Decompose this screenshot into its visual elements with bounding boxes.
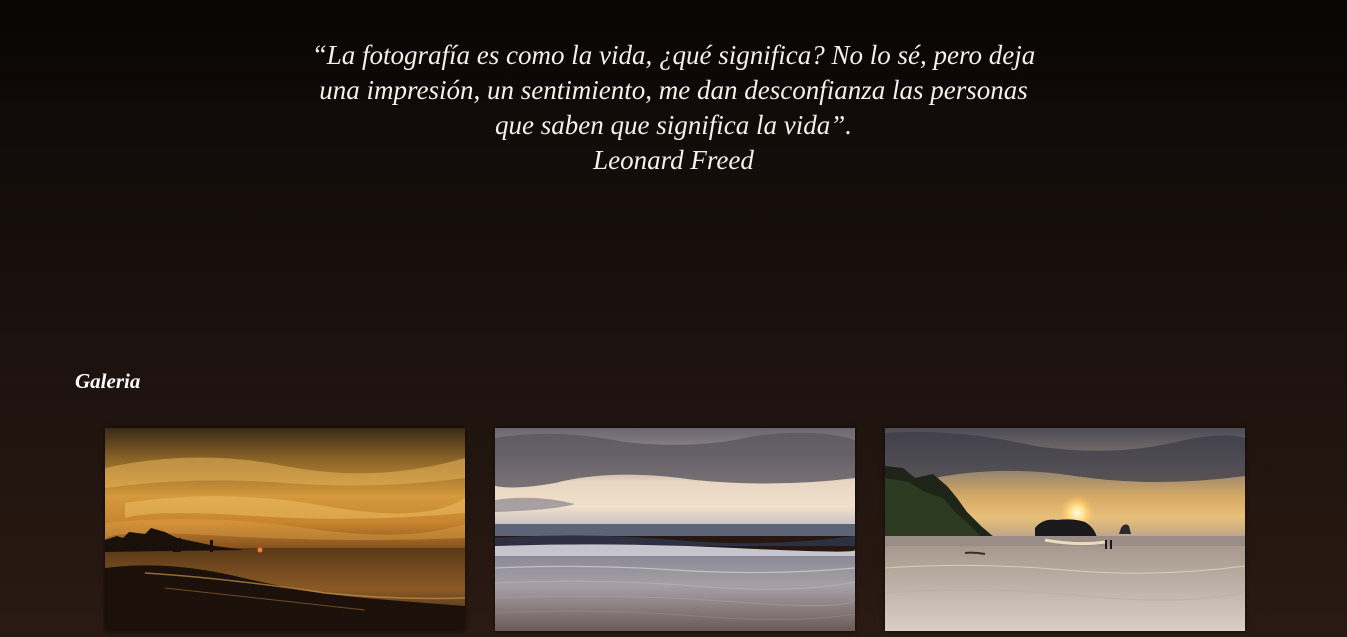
gallery-title: Galeria <box>75 369 141 393</box>
gallery-photo-3[interactable] <box>885 428 1245 631</box>
quote-line-3: que saben que significa la vida”. <box>495 110 852 140</box>
quote-author: Leonard Freed <box>593 145 754 175</box>
quote-block: “La fotografía es como la vida, ¿qué sig… <box>0 38 1347 178</box>
quote-line-1: “La fotografía es como la vida, ¿qué sig… <box>311 40 1036 70</box>
gallery-photo-1[interactable] <box>105 428 465 631</box>
quote-line-2: una impresión, un sentimiento, me dan de… <box>319 75 1028 105</box>
gallery-photo-2[interactable] <box>495 428 855 631</box>
gallery <box>105 428 1245 631</box>
